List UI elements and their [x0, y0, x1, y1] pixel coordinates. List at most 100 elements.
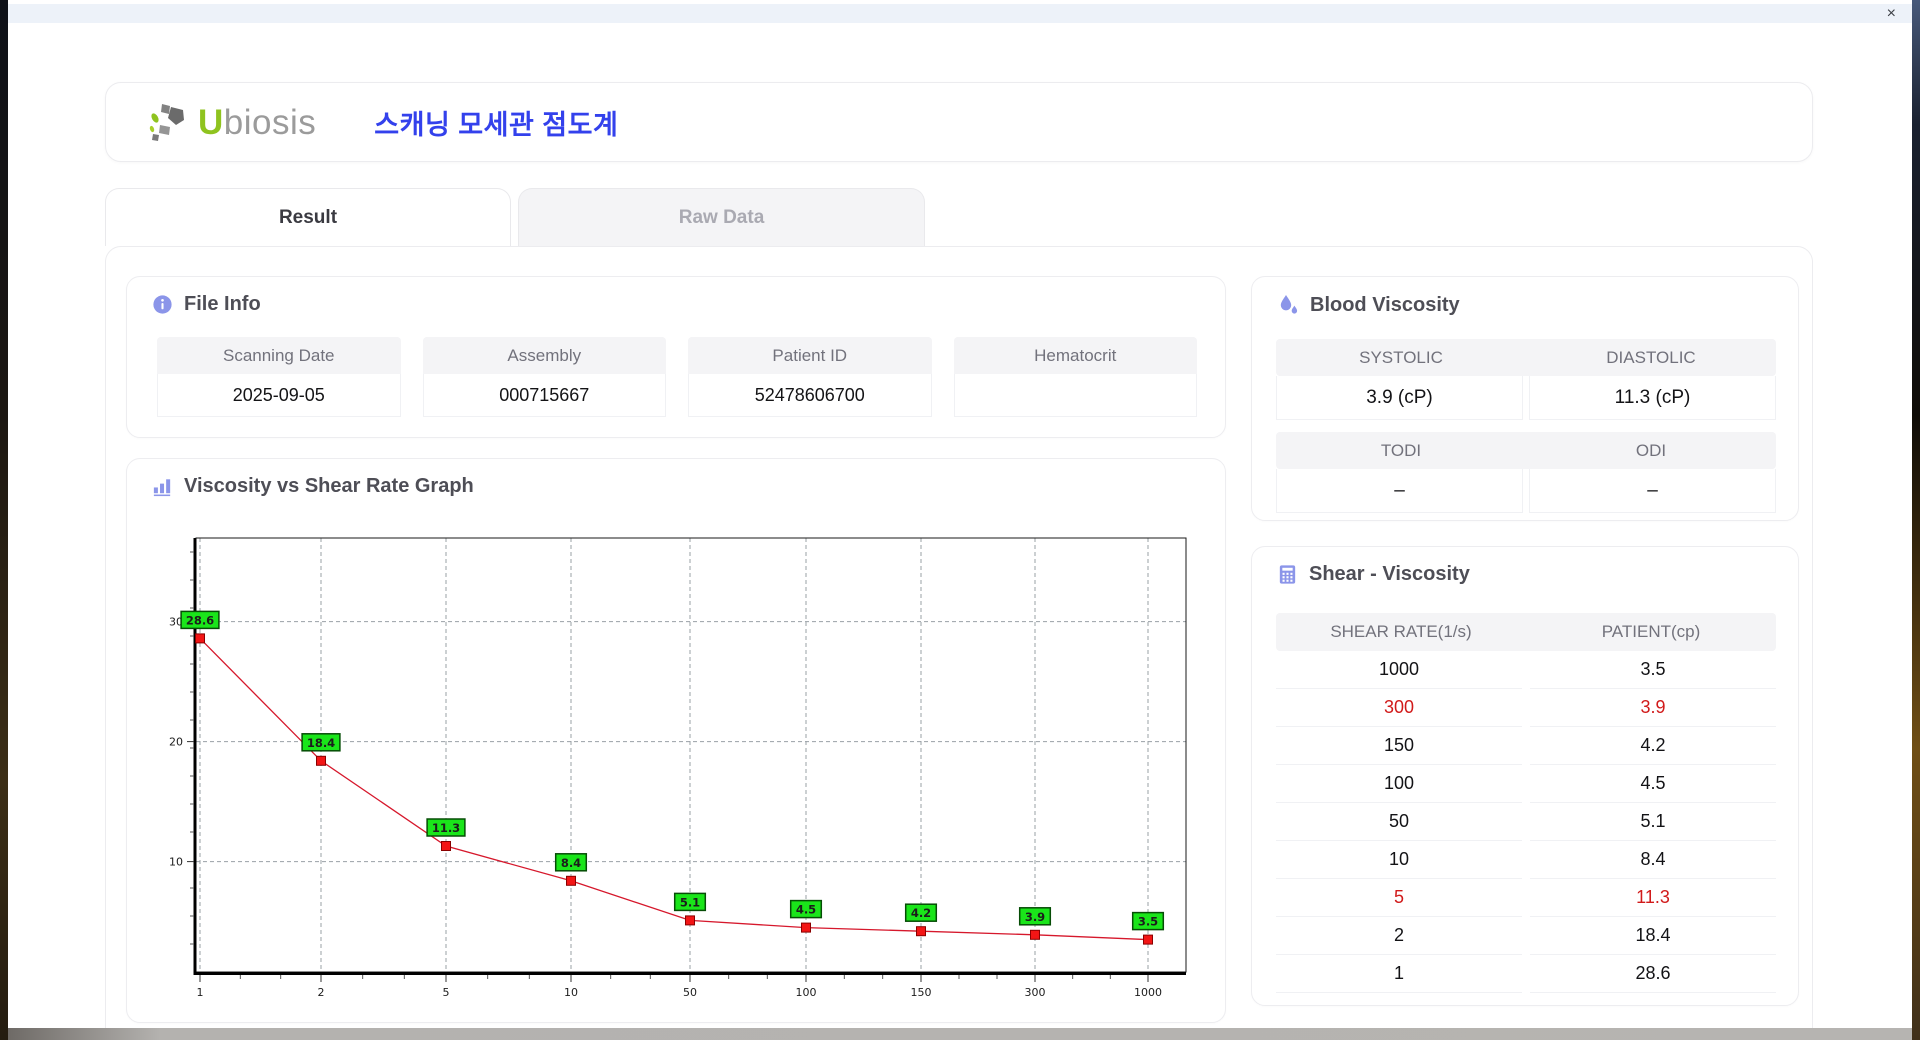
svg-text:10: 10 — [564, 986, 578, 999]
ubiosis-logo-mark-icon — [149, 104, 184, 141]
svg-text:8.4: 8.4 — [561, 856, 581, 870]
field-value: 2025-09-05 — [157, 374, 401, 417]
patient-cell: 3.9 — [1530, 689, 1776, 727]
ubiosis-logo: Ubiosis — [148, 101, 316, 143]
desktop-edge-left — [0, 0, 8, 1040]
info-icon — [153, 295, 172, 314]
file-info-field: Scanning Date 2025-09-05 — [157, 337, 401, 417]
svg-text:28.6: 28.6 — [186, 613, 214, 627]
svg-text:3.5: 3.5 — [1138, 915, 1158, 929]
droplets-icon — [1280, 295, 1298, 314]
file-info-card: File Info Scanning Date 2025-09-05 Assembl… — [126, 276, 1226, 438]
field-label: Hematocrit — [953, 337, 1197, 374]
svg-text:10: 10 — [169, 856, 183, 869]
shear-viscosity-table: SHEAR RATE(1/s) PATIENT(cp) 1000 3.5 300 3.… — [1276, 613, 1776, 993]
table-row: 5 11.3 — [1276, 879, 1776, 917]
file-info-title: File Info — [151, 293, 261, 316]
header-card: Ubiosis 스캐닝 모세관 점도계 — [105, 82, 1813, 162]
bv-value-row: – – — [1276, 469, 1776, 513]
table-row: 1 28.6 — [1276, 955, 1776, 993]
shear-viscosity-card: Shear - Viscosity SHEAR RATE(1/s) PATIEN… — [1251, 546, 1799, 1006]
bv-label: DIASTOLIC — [1606, 347, 1696, 367]
app-window: × Ubiosis 스캐닝 모세관 점도계 Result Raw Data Fi… — [8, 0, 1912, 1028]
bv-label: SYSTOLIC — [1359, 347, 1443, 367]
shear-rate-cell: 10 — [1276, 841, 1522, 879]
shear-col-header: SHEAR RATE(1/s) — [1330, 622, 1472, 641]
patient-cell: 4.2 — [1530, 727, 1776, 765]
svg-text:1000: 1000 — [1134, 986, 1162, 999]
field-label: Assembly — [422, 337, 666, 374]
table-row: 50 5.1 — [1276, 803, 1776, 841]
tab-result[interactable]: Result — [105, 188, 511, 246]
patient-cell: 8.4 — [1530, 841, 1776, 879]
table-row: 10 8.4 — [1276, 841, 1776, 879]
shear-rate-cell: 1000 — [1276, 651, 1522, 689]
shear-rate-cell: 1 — [1276, 955, 1522, 993]
svg-text:150: 150 — [911, 986, 932, 999]
bv-value: – — [1529, 469, 1776, 513]
shear-rate-cell: 50 — [1276, 803, 1522, 841]
blood-viscosity-table: SYSTOLIC DIASTOLIC 3.9 (cP) 11.3 (cP) TODI OD… — [1276, 339, 1776, 525]
svg-text:50: 50 — [683, 986, 697, 999]
shear-viscosity-title: Shear - Viscosity — [1276, 563, 1470, 586]
app-title: 스캐닝 모세관 점도계 — [374, 109, 619, 140]
bv-value: 11.3 (cP) — [1529, 376, 1776, 420]
field-value — [953, 374, 1197, 417]
table-row: 100 4.5 — [1276, 765, 1776, 803]
table-row: 1000 3.5 — [1276, 651, 1776, 689]
shear-rate-cell: 150 — [1276, 727, 1522, 765]
viscosity-graph-card: Viscosity vs Shear Rate Graph 10 20 30 1 2 5 1… — [126, 458, 1226, 1023]
field-label: Scanning Date — [157, 337, 401, 374]
patient-cell: 18.4 — [1530, 917, 1776, 955]
patient-cell: 3.5 — [1530, 651, 1776, 689]
blood-viscosity-title: Blood Viscosity — [1276, 293, 1460, 317]
table-row: 150 4.2 — [1276, 727, 1776, 765]
patient-cell: 4.5 — [1530, 765, 1776, 803]
patient-cell: 5.1 — [1530, 803, 1776, 841]
result-panel: File Info Scanning Date 2025-09-05 Assembl… — [105, 246, 1813, 1028]
viscosity-shear-rate-chart: 1020301 2 5 10 50 100 150 300 100028.618.411.38.… — [169, 537, 1187, 999]
tab-raw-data[interactable]: Raw Data — [518, 188, 925, 246]
field-label: Patient ID — [688, 337, 932, 374]
table-row: 2 18.4 — [1276, 917, 1776, 955]
bv-value-row: 3.9 (cP) 11.3 (cP) — [1276, 376, 1776, 420]
patient-col-header: PATIENT(cp) — [1601, 622, 1701, 641]
svg-text:18.4: 18.4 — [307, 736, 335, 750]
file-info-field: Hematocrit — [953, 337, 1197, 417]
calculator-icon — [1279, 565, 1296, 584]
bv-value: – — [1276, 469, 1523, 513]
brand-name: Ubiosis — [198, 102, 317, 142]
patient-cell: 28.6 — [1530, 955, 1776, 993]
shear-rate-cell: 300 — [1276, 689, 1522, 727]
desktop-edge-bottom — [8, 1028, 1912, 1040]
notification-bar: × — [8, 4, 1912, 23]
field-value: 52478606700 — [688, 374, 932, 417]
svg-text:11.3: 11.3 — [432, 821, 460, 835]
file-info-field: Patient ID 52478606700 — [688, 337, 932, 417]
bv-label: ODI — [1635, 440, 1667, 460]
svg-text:5: 5 — [443, 986, 450, 999]
shear-rate-cell: 5 — [1276, 879, 1522, 917]
table-row: 300 3.9 — [1276, 689, 1776, 727]
field-value: 000715667 — [422, 374, 666, 417]
shear-rate-cell: 2 — [1276, 917, 1522, 955]
bv-value: 3.9 (cP) — [1276, 376, 1523, 420]
bv-label-row: SYSTOLIC DIASTOLIC — [1276, 339, 1776, 376]
svg-text:20: 20 — [169, 736, 183, 749]
svg-text:5.1: 5.1 — [680, 895, 700, 909]
file-info-field: Assembly 000715667 — [422, 337, 666, 417]
svg-text:4.2: 4.2 — [911, 906, 931, 920]
close-icon[interactable]: × — [1887, 5, 1896, 22]
bv-label: TODI — [1380, 440, 1422, 460]
shear-table-header: SHEAR RATE(1/s) PATIENT(cp) — [1276, 613, 1776, 651]
svg-text:100: 100 — [796, 986, 817, 999]
bv-label-row: TODI ODI — [1276, 432, 1776, 469]
svg-text:2: 2 — [318, 986, 325, 999]
blood-viscosity-card: Blood Viscosity SYSTOLIC DIASTOLIC 3.9 (cP… — [1251, 276, 1799, 521]
file-info-fields: Scanning Date 2025-09-05 Assembly 000715667… — [157, 337, 1197, 417]
shear-rate-cell: 100 — [1276, 765, 1522, 803]
patient-cell: 11.3 — [1530, 879, 1776, 917]
svg-text:3.9: 3.9 — [1025, 910, 1045, 924]
desktop-edge-right — [1912, 0, 1920, 1040]
svg-text:4.5: 4.5 — [796, 903, 816, 917]
